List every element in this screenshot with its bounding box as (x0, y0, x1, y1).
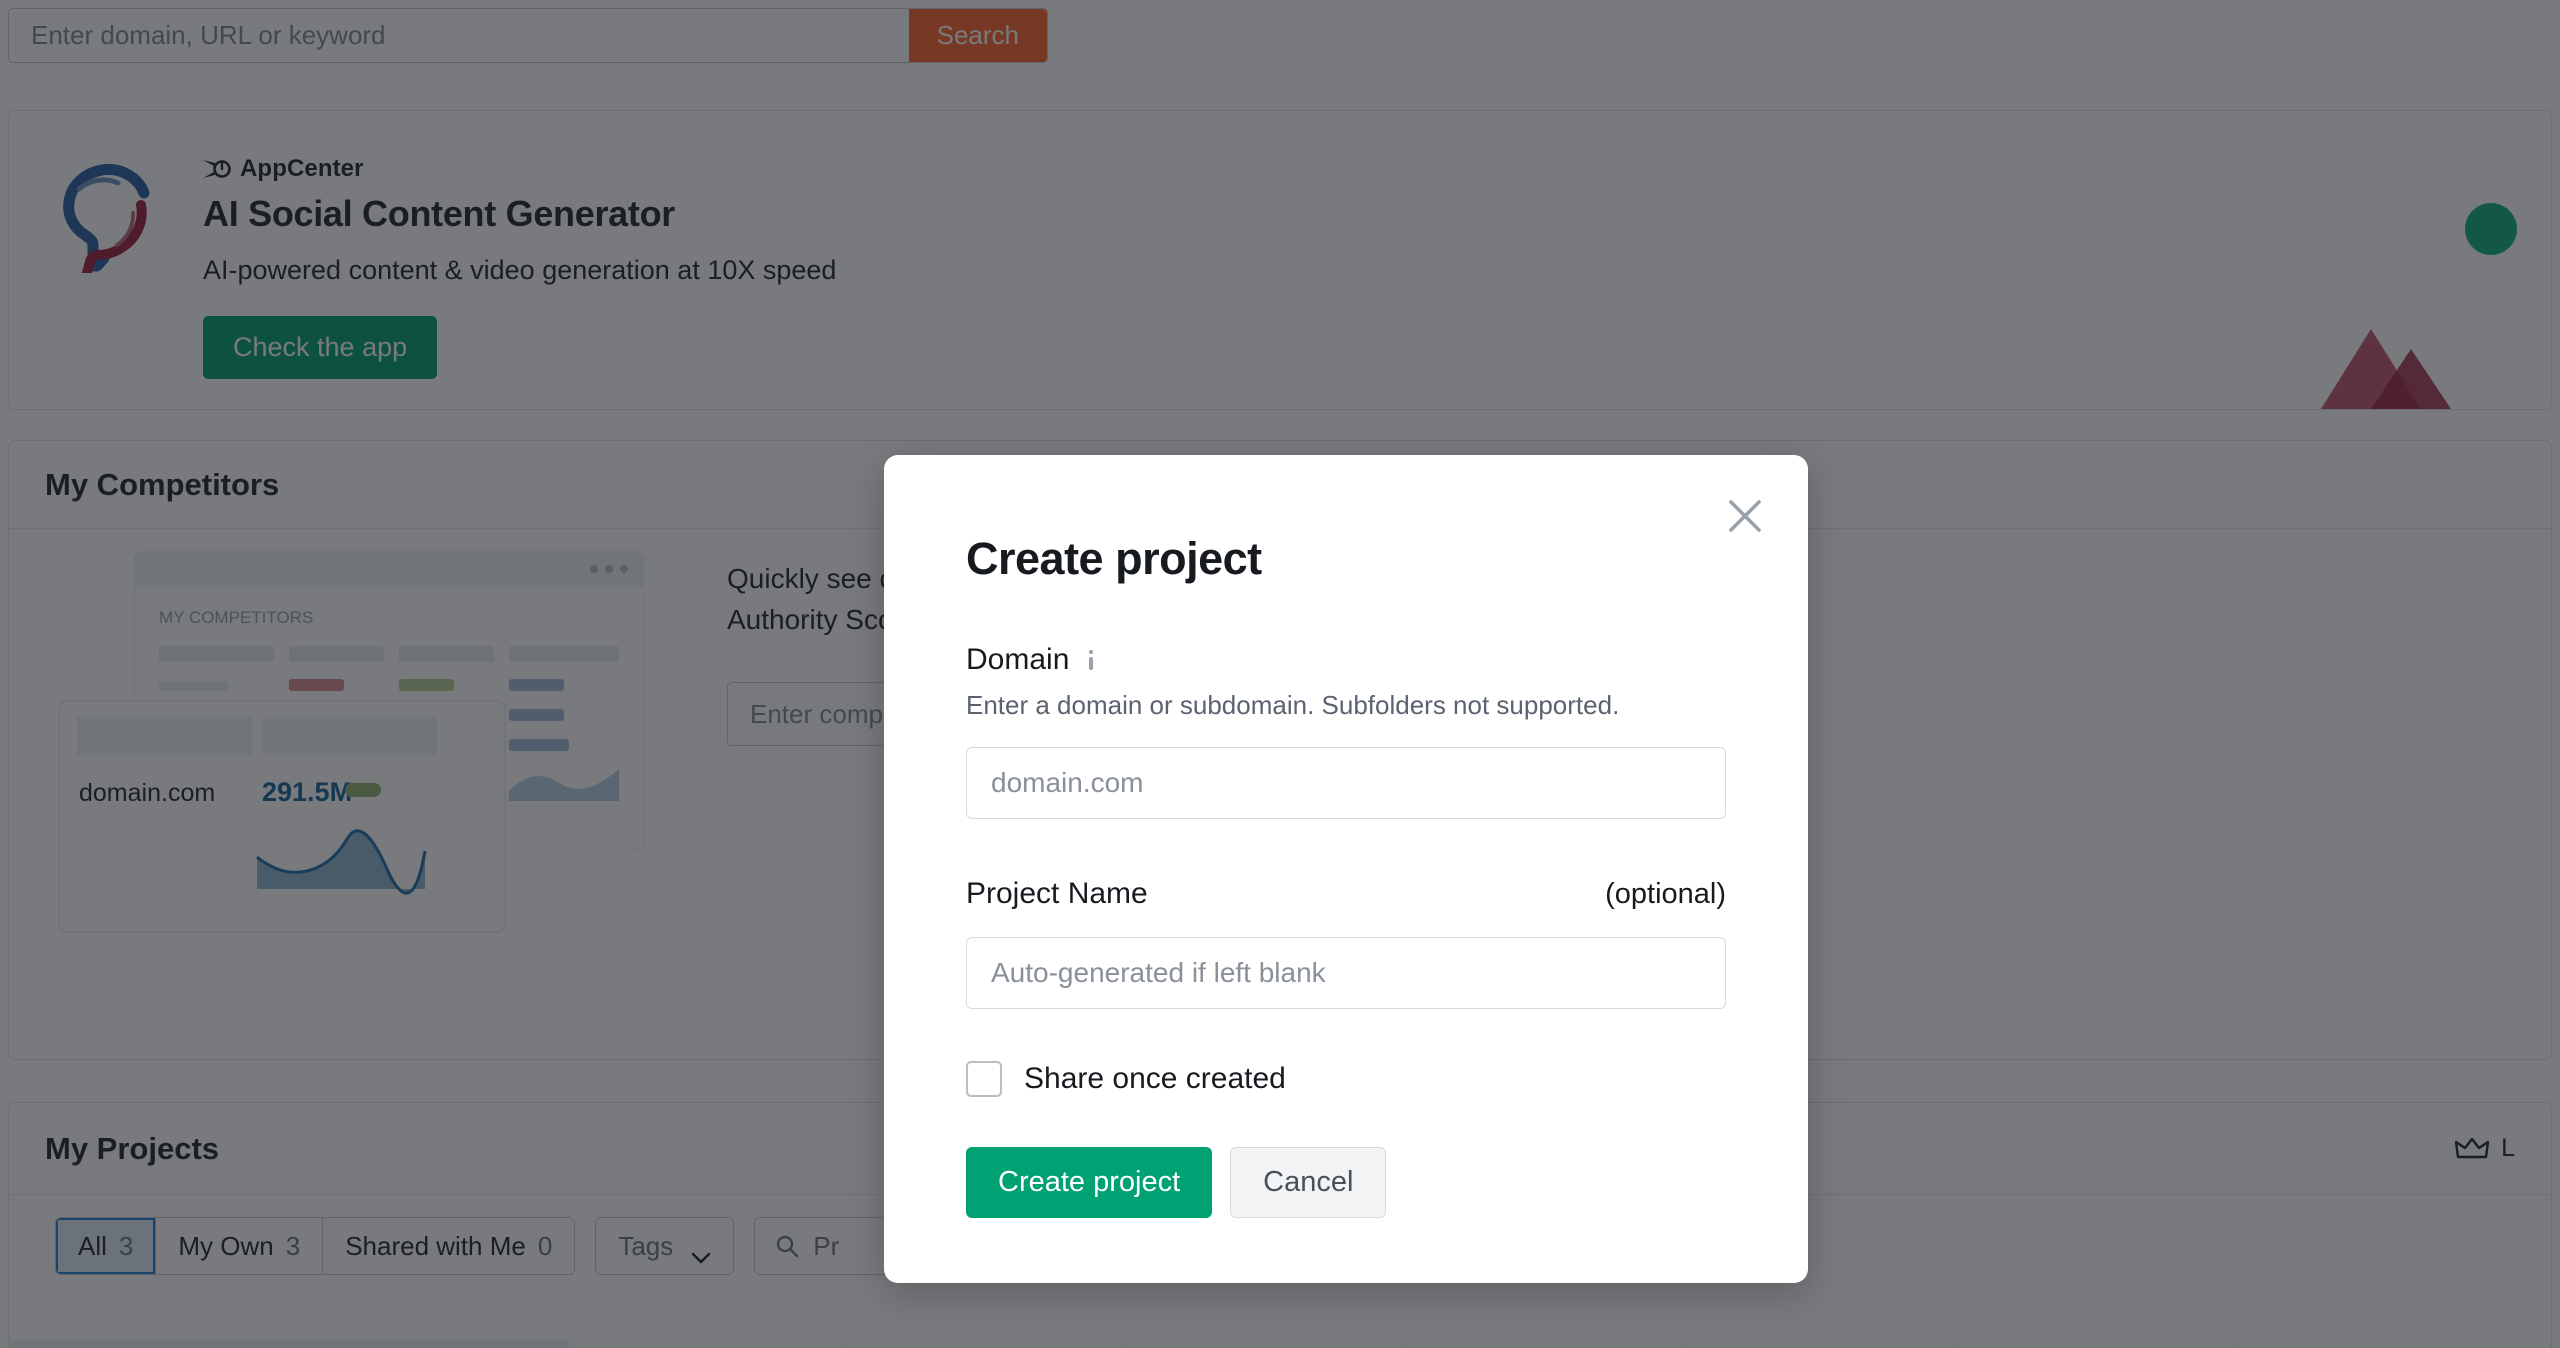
create-project-modal: Create project Domain Enter a domain or … (884, 455, 1808, 1283)
share-once-created-row[interactable]: Share once created (966, 1061, 1726, 1097)
share-once-created-checkbox[interactable] (966, 1061, 1002, 1097)
project-name-field: Project Name (optional) (966, 877, 1726, 1009)
domain-label: Domain (966, 643, 1070, 676)
project-name-optional: (optional) (1605, 878, 1726, 910)
share-once-created-label: Share once created (1024, 1062, 1286, 1095)
info-icon[interactable] (1083, 647, 1099, 673)
domain-field: Domain Enter a domain or subdomain. Subf… (966, 643, 1726, 819)
domain-input[interactable] (966, 747, 1726, 819)
project-name-label: Project Name (966, 877, 1148, 910)
close-icon[interactable] (1718, 489, 1772, 543)
modal-actions: Create project Cancel (966, 1147, 1726, 1218)
app-page: Search (0, 0, 2560, 1348)
cancel-button[interactable]: Cancel (1230, 1147, 1387, 1218)
create-project-button[interactable]: Create project (966, 1147, 1213, 1218)
domain-hint: Enter a domain or subdomain. Subfolders … (966, 690, 1620, 720)
project-name-input[interactable] (966, 937, 1726, 1009)
modal-title: Create project (966, 533, 1262, 584)
